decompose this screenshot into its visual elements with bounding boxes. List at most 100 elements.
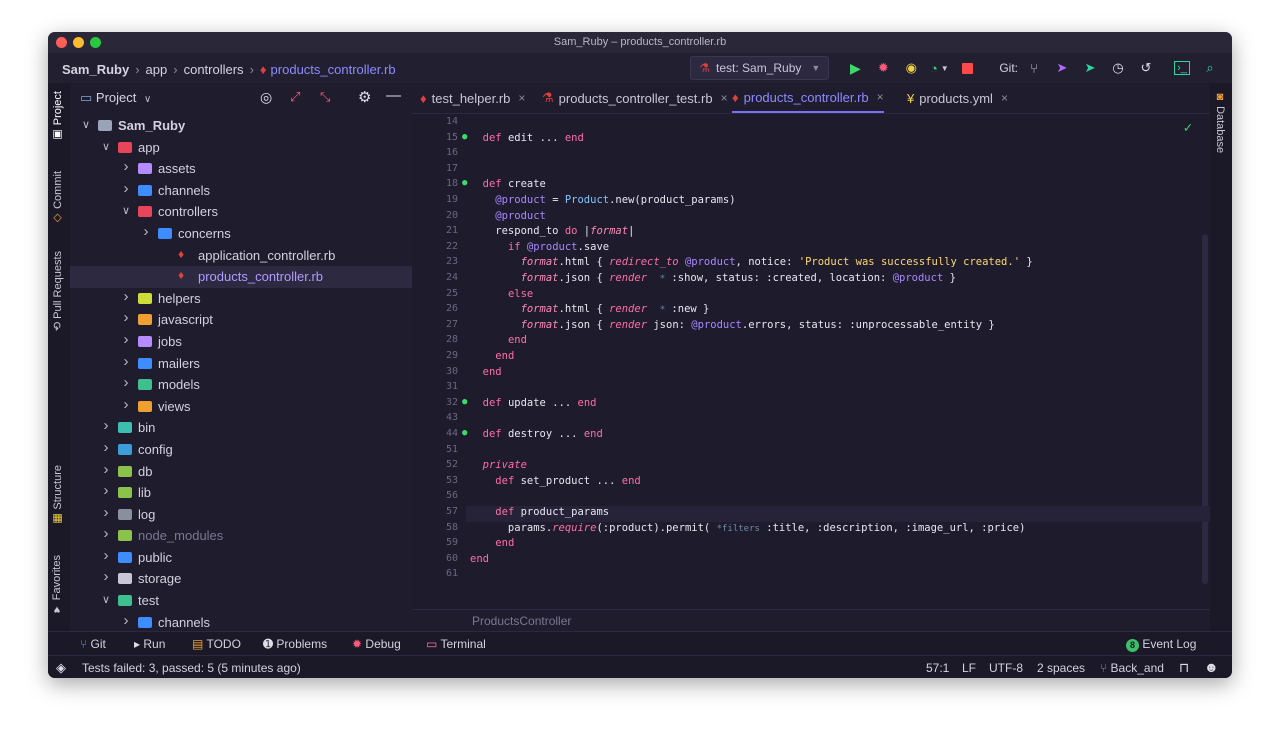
crumb-project[interactable]: Sam_Ruby	[62, 62, 129, 77]
tree-item[interactable]: › config	[70, 439, 412, 461]
tab-project[interactable]: ▣ Project	[51, 91, 64, 141]
git-branch[interactable]: ⑂ Back_and	[1100, 661, 1164, 675]
tool-git[interactable]: ⑂ Git	[80, 637, 106, 651]
profile-button[interactable]: ◔ ▼	[927, 57, 951, 79]
tree-item[interactable]: ∨ Sam_Ruby	[70, 115, 412, 137]
chevron-right-icon[interactable]: ›	[100, 547, 112, 564]
tree-item[interactable]: ♦ application_controller.rb	[70, 245, 412, 267]
file-encoding[interactable]: UTF-8	[989, 661, 1023, 675]
terminal-toggle-button[interactable]: ›_	[1170, 57, 1194, 79]
tree-item[interactable]: ∨ test	[70, 590, 412, 612]
tree-item[interactable]: › channels	[70, 612, 412, 634]
rollback-button[interactable]: ↺	[1134, 57, 1158, 79]
implemented-method-icon[interactable]: ●	[462, 132, 467, 142]
coverage-button[interactable]: ◉	[899, 57, 923, 79]
tree-item[interactable]: › bin	[70, 417, 412, 439]
layers-icon[interactable]: ◈	[56, 660, 66, 676]
close-icon[interactable]: ×	[877, 90, 884, 104]
tree-item[interactable]: › models	[70, 374, 412, 396]
stop-button[interactable]	[955, 57, 979, 79]
chevron-right-icon[interactable]: ›	[120, 374, 132, 391]
tree-item[interactable]: › lib	[70, 482, 412, 504]
chevron-down-icon[interactable]: ∨	[100, 140, 112, 153]
tree-item[interactable]: › javascript	[70, 309, 412, 331]
line-separator[interactable]: LF	[962, 661, 976, 675]
chevron-right-icon[interactable]: ›	[120, 158, 132, 175]
tree-item[interactable]: › views	[70, 396, 412, 418]
tab-database[interactable]: ◙ Database	[1214, 91, 1226, 153]
tree-item[interactable]: › db	[70, 461, 412, 483]
chevron-right-icon[interactable]: ›	[100, 461, 112, 478]
status-message[interactable]: Tests failed: 3, passed: 5 (5 minutes ag…	[82, 661, 301, 675]
chevron-right-icon[interactable]: ›	[100, 525, 112, 542]
tool-debug[interactable]: ✹ Debug	[352, 637, 401, 651]
implemented-method-icon[interactable]: ●	[462, 397, 467, 407]
chevron-right-icon[interactable]: ›	[120, 331, 132, 348]
chevron-right-icon[interactable]: ›	[100, 482, 112, 499]
chevron-right-icon[interactable]: ›	[120, 396, 132, 413]
chevron-down-icon[interactable]: ∨	[80, 118, 92, 131]
chevron-right-icon[interactable]: ›	[120, 353, 132, 370]
tab-products-yml[interactable]: ¥ products.yml ×	[907, 83, 1008, 113]
tool-problems[interactable]: ➊ Problems	[263, 637, 327, 651]
project-view-select[interactable]: ▭ Project ∨	[80, 90, 151, 106]
target-icon[interactable]: ◎	[260, 89, 272, 106]
caret-position[interactable]: 57:1	[926, 661, 949, 675]
tree-item[interactable]: ∨ app	[70, 137, 412, 159]
tree-item[interactable]: › node_modules	[70, 525, 412, 547]
tab-products-controller-rb[interactable]: ♦ products_controller.rb ×	[732, 83, 884, 113]
chevron-right-icon[interactable]: ›	[100, 417, 112, 434]
tool-terminal[interactable]: ▭ Terminal	[426, 637, 486, 651]
close-icon[interactable]: ×	[518, 91, 525, 105]
chevron-right-icon[interactable]: ›	[140, 223, 152, 240]
implemented-method-icon[interactable]: ●	[462, 428, 467, 438]
tool-todo[interactable]: ▤ TODO	[192, 637, 241, 651]
tree-item[interactable]: › log	[70, 504, 412, 526]
chevron-right-icon[interactable]: ›	[100, 439, 112, 456]
code-breadcrumb-label[interactable]: ProductsController	[472, 614, 571, 628]
gear-icon[interactable]: ⚙	[358, 88, 371, 106]
tree-item[interactable]: ♦ products_controller.rb	[70, 266, 412, 288]
chevron-down-icon[interactable]: ∨	[100, 593, 112, 606]
collapse-all-icon[interactable]: ⤡	[320, 89, 330, 105]
git-update-button[interactable]: ⑂	[1022, 57, 1046, 79]
expand-all-icon[interactable]: ⤢	[290, 89, 300, 105]
tab-pull-requests[interactable]: ⟲ Pull Requests	[51, 251, 64, 331]
tab-test-helper-rb[interactable]: ♦ test_helper.rb ×	[420, 83, 525, 113]
run-button[interactable]: ▶	[843, 57, 867, 79]
close-icon[interactable]: ×	[721, 91, 728, 105]
git-history-button[interactable]: ◷	[1106, 57, 1130, 79]
close-icon[interactable]: ×	[1001, 91, 1008, 105]
debug-button[interactable]: ✹	[871, 57, 895, 79]
code-editor[interactable]: ✓ 14 15 ● def edit ... end 16 17 18 ● def crea…	[412, 114, 1210, 610]
crumb-app[interactable]: app	[146, 62, 168, 77]
tree-item[interactable]: › helpers	[70, 288, 412, 310]
tab-favorites[interactable]: ♥ Favorites	[51, 555, 63, 615]
chevron-right-icon[interactable]: ›	[100, 568, 112, 585]
chevron-right-icon[interactable]: ›	[120, 180, 132, 197]
editor-scrollbar[interactable]	[1202, 234, 1208, 584]
tree-item[interactable]: ∨ controllers	[70, 201, 412, 223]
tab-commit[interactable]: ◇ Commit	[51, 171, 64, 225]
tree-item[interactable]: › channels	[70, 180, 412, 202]
tab-structure[interactable]: ▦ Structure	[51, 465, 64, 526]
tool-run[interactable]: ▸ Run	[134, 637, 165, 651]
tree-item[interactable]: › concerns	[70, 223, 412, 245]
tree-item[interactable]: › assets	[70, 158, 412, 180]
search-button[interactable]: ⌕	[1198, 57, 1222, 79]
git-push-button[interactable]: ➤	[1078, 57, 1102, 79]
minimize-panel-icon[interactable]: —	[386, 87, 401, 104]
chevron-right-icon[interactable]: ›	[120, 612, 132, 629]
lock-icon[interactable]: ⊓	[1179, 660, 1189, 676]
run-config-select[interactable]: ⚗ test: Sam_Ruby ▼	[690, 56, 830, 80]
tree-item[interactable]: › public	[70, 547, 412, 569]
chevron-right-icon[interactable]: ›	[120, 309, 132, 326]
chevron-right-icon[interactable]: ›	[100, 504, 112, 521]
tree-item[interactable]: › mailers	[70, 353, 412, 375]
crumb-controllers[interactable]: controllers	[184, 62, 244, 77]
indent-setting[interactable]: 2 spaces	[1037, 661, 1085, 675]
crumb-file[interactable]: products_controller.rb	[271, 62, 396, 77]
implemented-method-icon[interactable]: ●	[462, 178, 467, 188]
chevron-down-icon[interactable]: ∨	[120, 204, 132, 217]
tab-products-controller-test-rb[interactable]: ⚗ products_controller_test.rb ×	[542, 83, 728, 113]
